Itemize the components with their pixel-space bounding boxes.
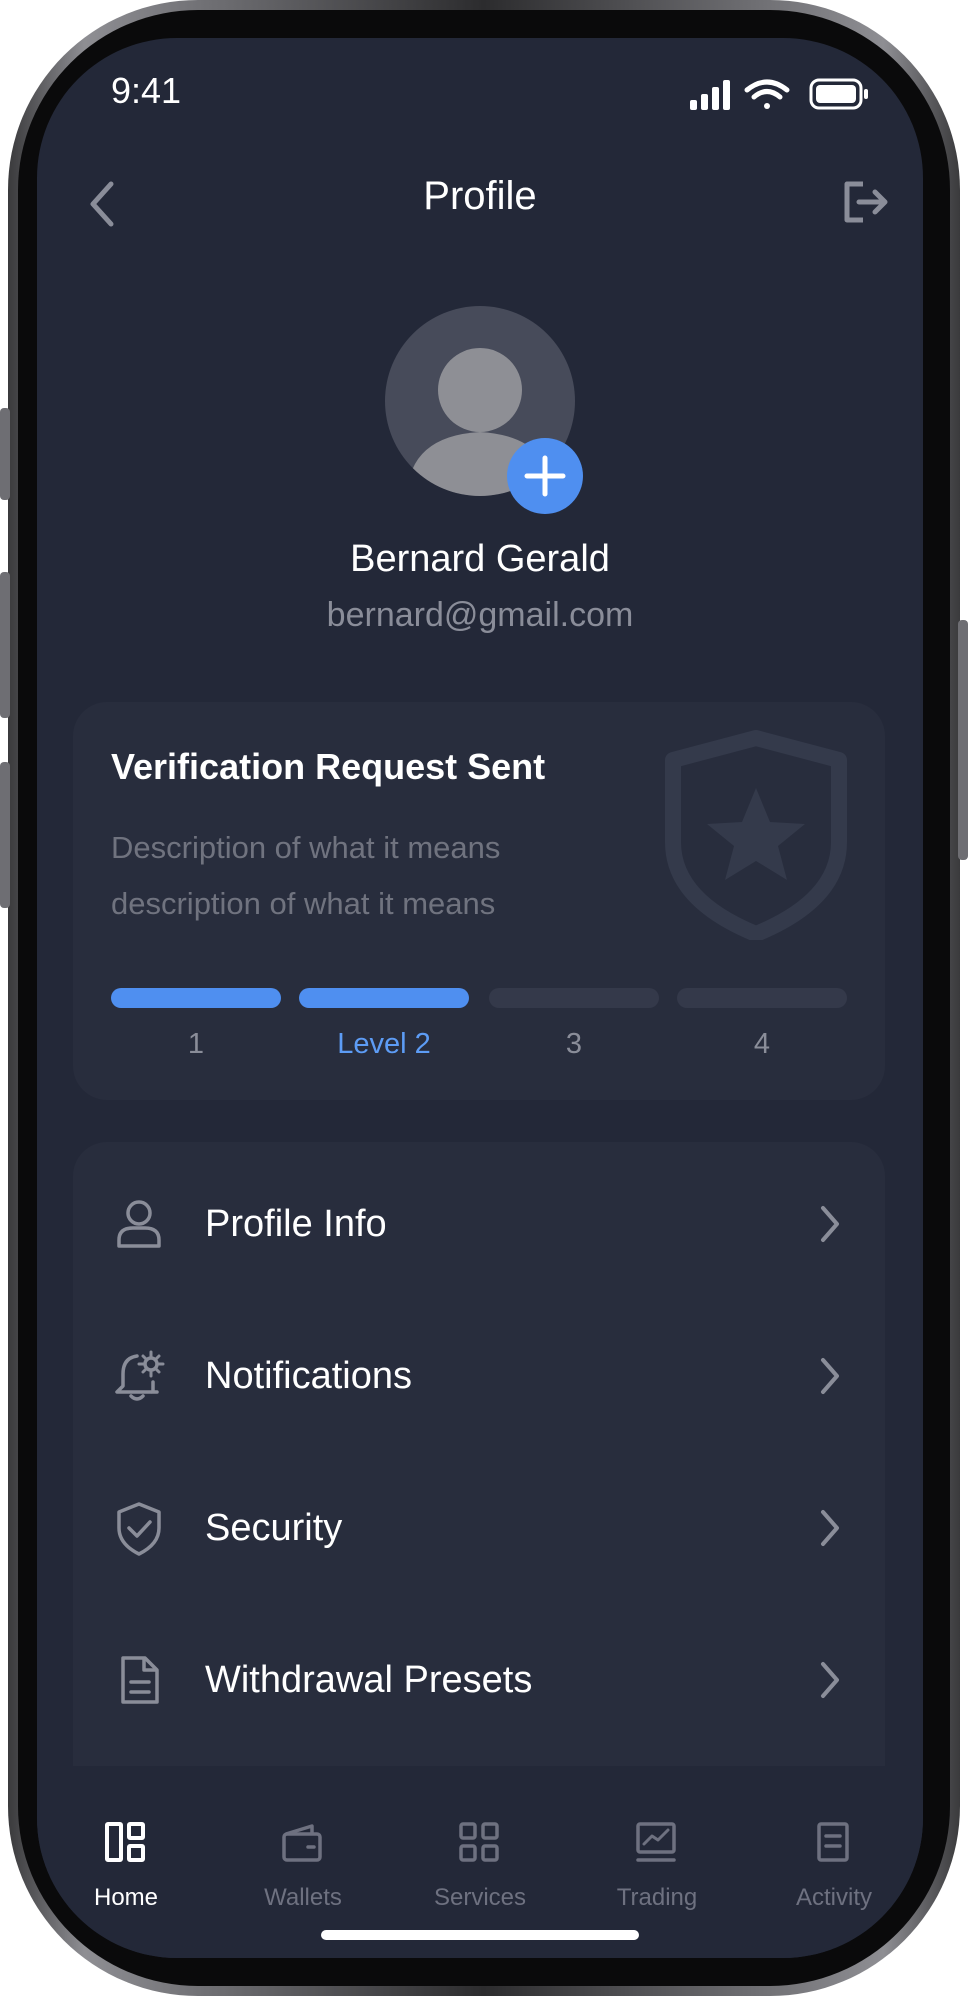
level-bar-3 bbox=[489, 988, 659, 1008]
level-label-4: 4 bbox=[753, 1028, 771, 1060]
shield-check-icon bbox=[117, 1502, 161, 1556]
menu-item-profile-info[interactable]: Profile Info bbox=[73, 1148, 885, 1300]
home-grid-icon bbox=[105, 1822, 145, 1862]
list-icon bbox=[817, 1822, 849, 1862]
volume-up-button bbox=[0, 572, 10, 718]
verification-title: Verification Request Sent bbox=[111, 746, 546, 787]
tab-label: Trading bbox=[616, 1884, 698, 1911]
level-bar-2 bbox=[299, 988, 469, 1008]
tab-label: Activity bbox=[795, 1884, 872, 1911]
chart-icon bbox=[636, 1822, 676, 1862]
wifi-icon bbox=[744, 79, 790, 109]
level-bar-1 bbox=[111, 988, 281, 1008]
battery-icon bbox=[809, 78, 868, 110]
tab-label: Wallets bbox=[264, 1884, 342, 1911]
level-label-1: 1 bbox=[187, 1028, 205, 1060]
logout-icon[interactable] bbox=[837, 174, 893, 230]
page-title: Profile bbox=[423, 174, 537, 218]
wallet-icon bbox=[282, 1824, 322, 1862]
tab-activity[interactable]: Activity bbox=[745, 1766, 923, 1911]
verification-description-line: Description of what it means bbox=[111, 830, 501, 865]
services-grid-icon bbox=[459, 1822, 499, 1862]
tab-wallets[interactable]: Wallets bbox=[214, 1766, 392, 1911]
document-icon bbox=[121, 1656, 159, 1704]
menu-item-label: Withdrawal Presets bbox=[205, 1659, 533, 1701]
chevron-right-icon bbox=[821, 1510, 839, 1546]
tab-home[interactable]: Home bbox=[37, 1766, 215, 1911]
verification-description: Description of what it means description… bbox=[111, 820, 571, 932]
tab-label: Home bbox=[93, 1884, 159, 1911]
add-photo-button[interactable] bbox=[507, 438, 583, 514]
level-label-3: 3 bbox=[565, 1028, 583, 1060]
menu-item-security[interactable]: Security bbox=[73, 1452, 885, 1604]
chevron-right-icon bbox=[821, 1358, 839, 1394]
power-button bbox=[958, 620, 968, 860]
chevron-right-icon bbox=[821, 1662, 839, 1698]
home-indicator[interactable] bbox=[321, 1930, 639, 1940]
menu-item-notifications[interactable]: Notifications bbox=[73, 1300, 885, 1452]
user-icon bbox=[117, 1200, 161, 1248]
level-bar-4 bbox=[677, 988, 847, 1008]
user-name: Bernard Gerald bbox=[350, 538, 610, 580]
tab-services[interactable]: Services bbox=[391, 1766, 569, 1911]
tab-trading[interactable]: Trading bbox=[568, 1766, 746, 1911]
mute-switch bbox=[0, 408, 10, 500]
verification-description-line: description of what it means bbox=[111, 886, 496, 921]
screen: 9:41 Profile Bernard Gerald bernard@gmai… bbox=[37, 38, 923, 1958]
shield-star-icon bbox=[665, 730, 847, 940]
menu-item-label: Security bbox=[205, 1507, 343, 1549]
tab-label: Services bbox=[433, 1884, 527, 1911]
plus-icon bbox=[524, 455, 566, 497]
status-time: 9:41 bbox=[111, 70, 182, 111]
level-label-2: Level 2 bbox=[337, 1028, 431, 1060]
signal-icon bbox=[690, 80, 730, 110]
menu-item-label: Notifications bbox=[205, 1355, 412, 1397]
menu-item-label: Profile Info bbox=[205, 1203, 387, 1245]
menu-item-withdrawal-presets[interactable]: Withdrawal Presets bbox=[73, 1604, 885, 1756]
chevron-right-icon bbox=[821, 1206, 839, 1242]
user-email: bernard@gmail.com bbox=[326, 596, 634, 634]
status-icons bbox=[690, 78, 868, 110]
bell-settings-icon bbox=[115, 1350, 165, 1401]
volume-down-button bbox=[0, 762, 10, 908]
